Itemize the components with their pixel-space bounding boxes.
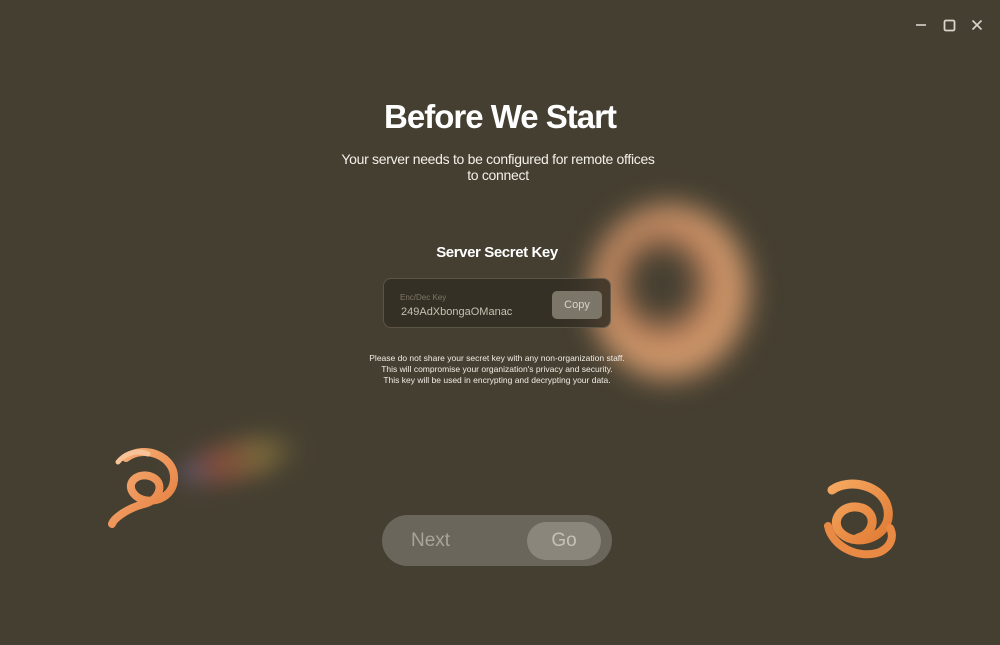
- next-go-control: Next Go: [382, 515, 612, 566]
- secret-key-value[interactable]: 249AdXbongaOManac: [401, 306, 512, 318]
- app-window: Before We Start Your server needs to be …: [0, 0, 1000, 645]
- close-icon[interactable]: [970, 16, 984, 34]
- spiral-left-decoration: [108, 448, 178, 528]
- window-controls: [914, 16, 984, 34]
- spiral-right-decoration: [824, 479, 896, 559]
- go-button[interactable]: Go: [527, 522, 601, 560]
- warning-line: This will compromise your organization's…: [381, 364, 613, 374]
- blurred-streak-decoration: [172, 424, 308, 496]
- next-button[interactable]: Next: [411, 530, 450, 552]
- copy-button[interactable]: Copy: [552, 291, 602, 319]
- warning-line: Please do not share your secret key with…: [369, 353, 625, 363]
- page-subtitle: Your server needs to be configured for r…: [341, 151, 655, 183]
- secret-key-field-label: Enc/Dec Key: [400, 293, 447, 302]
- secret-key-field: Enc/Dec Key 249AdXbongaOManac Copy: [383, 278, 611, 328]
- page-title: Before We Start: [384, 98, 617, 135]
- maximize-icon[interactable]: [942, 16, 956, 34]
- secret-key-heading: Server Secret Key: [436, 244, 558, 261]
- security-warning: Please do not share your secret key with…: [330, 353, 664, 386]
- minimize-icon[interactable]: [914, 16, 928, 34]
- warning-line: This key will be used in encrypting and …: [383, 375, 611, 385]
